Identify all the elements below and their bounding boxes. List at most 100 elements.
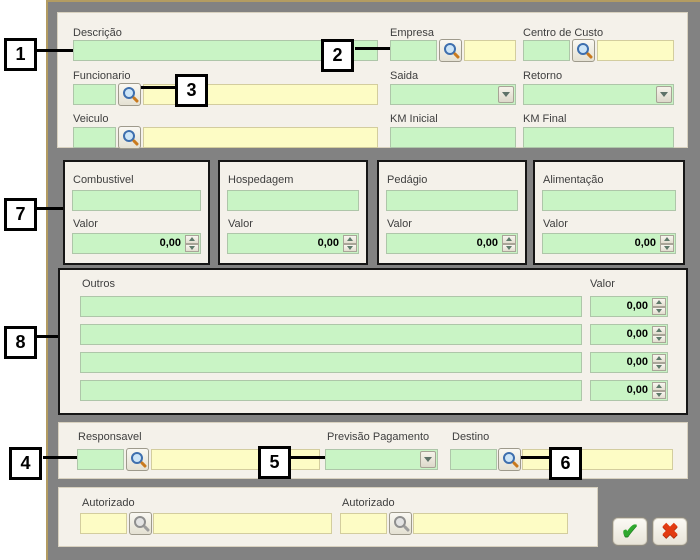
outros-input-2[interactable]: [80, 324, 582, 345]
callout-2-line: [355, 47, 390, 50]
saida-label: Saida: [390, 70, 418, 82]
autorizado-2-lookup-button[interactable]: [389, 512, 412, 535]
autorizado-2-code-input[interactable]: [340, 513, 387, 534]
confirm-button[interactable]: ✔: [612, 517, 648, 546]
empresa-code-input[interactable]: [390, 40, 437, 61]
magnifier-icon: [440, 40, 461, 61]
spin-down-button[interactable]: [185, 244, 199, 253]
autorizado-2-name-field[interactable]: [413, 513, 568, 534]
funcionario-label: Funcionario: [73, 70, 130, 82]
combustivel-input[interactable]: [72, 190, 201, 211]
outros-valor-label: Valor: [590, 278, 615, 290]
triangle-down-icon: [506, 246, 512, 250]
destino-lookup-button[interactable]: [498, 448, 521, 471]
cancel-button[interactable]: ✖: [652, 517, 688, 546]
centro-custo-lookup-button[interactable]: [572, 39, 595, 62]
alimentacao-valor-label: Valor: [543, 218, 568, 230]
outros-input-1[interactable]: [80, 296, 582, 317]
previsao-pagamento-dropdown[interactable]: [325, 449, 438, 470]
triangle-down-icon: [656, 365, 662, 369]
autorizado-1-name-field[interactable]: [153, 513, 332, 534]
retorno-dropdown[interactable]: [523, 84, 674, 105]
spin-down-button[interactable]: [660, 244, 674, 253]
hospedagem-valor-spinner[interactable]: 0,00: [227, 233, 359, 254]
outros-valor-spinner-1[interactable]: 0,00: [590, 296, 668, 317]
destino-label: Destino: [452, 431, 489, 443]
veiculo-label: Veiculo: [73, 113, 108, 125]
spin-up-button[interactable]: [343, 235, 357, 244]
callout-5: 5: [258, 446, 291, 479]
outros-label: Outros: [82, 278, 115, 290]
triangle-down-icon: [656, 337, 662, 341]
spin-up-button[interactable]: [652, 326, 666, 335]
spinner-buttons: [652, 326, 666, 343]
autorizado-1-code-input[interactable]: [80, 513, 127, 534]
triangle-up-icon: [664, 237, 670, 241]
callout-7: 7: [4, 198, 37, 231]
veiculo-name-field[interactable]: [143, 127, 378, 148]
destino-name-field[interactable]: [522, 449, 673, 470]
centro-custo-label: Centro de Custo: [523, 27, 603, 39]
spin-up-button[interactable]: [502, 235, 516, 244]
spinner-buttons: [660, 235, 674, 252]
callout-4: 4: [9, 447, 42, 480]
autorizado-1-lookup-button[interactable]: [129, 512, 152, 535]
triangle-down-icon: [656, 309, 662, 313]
spin-down-button[interactable]: [502, 244, 516, 253]
funcionario-lookup-button[interactable]: [118, 83, 141, 106]
empresa-lookup-button[interactable]: [439, 39, 462, 62]
callout-1: 1: [4, 38, 37, 71]
combustivel-valor-spinner[interactable]: 0,00: [72, 233, 201, 254]
check-icon: ✔: [621, 521, 639, 542]
spin-up-button[interactable]: [652, 298, 666, 307]
callout-8-line: [37, 335, 58, 338]
chevron-down-icon: [498, 86, 514, 103]
magnifier-icon: [119, 127, 140, 148]
autorizado-2-label: Autorizado: [342, 497, 395, 509]
callout-8: 8: [4, 326, 37, 359]
spin-down-button[interactable]: [652, 391, 666, 400]
pedagio-valor-spinner[interactable]: 0,00: [386, 233, 518, 254]
spin-down-button[interactable]: [652, 363, 666, 372]
valor-value: 0,00: [635, 234, 656, 253]
km-final-input[interactable]: [523, 127, 674, 148]
spin-up-button[interactable]: [652, 354, 666, 363]
veiculo-lookup-button[interactable]: [118, 126, 141, 149]
saida-dropdown[interactable]: [390, 84, 516, 105]
empresa-label: Empresa: [390, 27, 434, 39]
km-inicial-input[interactable]: [390, 127, 516, 148]
callout-4-line: [43, 456, 77, 459]
outros-input-4[interactable]: [80, 380, 582, 401]
pedagio-input[interactable]: [386, 190, 518, 211]
outros-valor-spinner-3[interactable]: 0,00: [590, 352, 668, 373]
outros-valor-spinner-4[interactable]: 0,00: [590, 380, 668, 401]
spin-down-button[interactable]: [652, 307, 666, 316]
spin-down-button[interactable]: [343, 244, 357, 253]
triangle-up-icon: [347, 237, 353, 241]
centro-custo-name-field[interactable]: [597, 40, 674, 61]
responsavel-code-input[interactable]: [77, 449, 124, 470]
valor-value: 0,00: [160, 234, 181, 253]
outros-valor-spinner-2[interactable]: 0,00: [590, 324, 668, 345]
callout-6-line: [521, 456, 549, 459]
hospedagem-label: Hospedagem: [228, 174, 293, 186]
spin-up-button[interactable]: [185, 235, 199, 244]
km-final-label: KM Final: [523, 113, 566, 125]
empresa-name-field[interactable]: [464, 40, 516, 61]
veiculo-code-input[interactable]: [73, 127, 116, 148]
spin-down-button[interactable]: [652, 335, 666, 344]
spinner-buttons: [502, 235, 516, 252]
magnifier-icon: [130, 513, 151, 534]
alimentacao-input[interactable]: [542, 190, 676, 211]
spin-up-button[interactable]: [652, 382, 666, 391]
outros-input-3[interactable]: [80, 352, 582, 373]
alimentacao-valor-spinner[interactable]: 0,00: [542, 233, 676, 254]
responsavel-name-field[interactable]: [151, 449, 320, 470]
centro-custo-code-input[interactable]: [523, 40, 570, 61]
responsavel-lookup-button[interactable]: [126, 448, 149, 471]
triangle-up-icon: [656, 328, 662, 332]
funcionario-code-input[interactable]: [73, 84, 116, 105]
hospedagem-input[interactable]: [227, 190, 359, 211]
spin-up-button[interactable]: [660, 235, 674, 244]
destino-code-input[interactable]: [450, 449, 497, 470]
